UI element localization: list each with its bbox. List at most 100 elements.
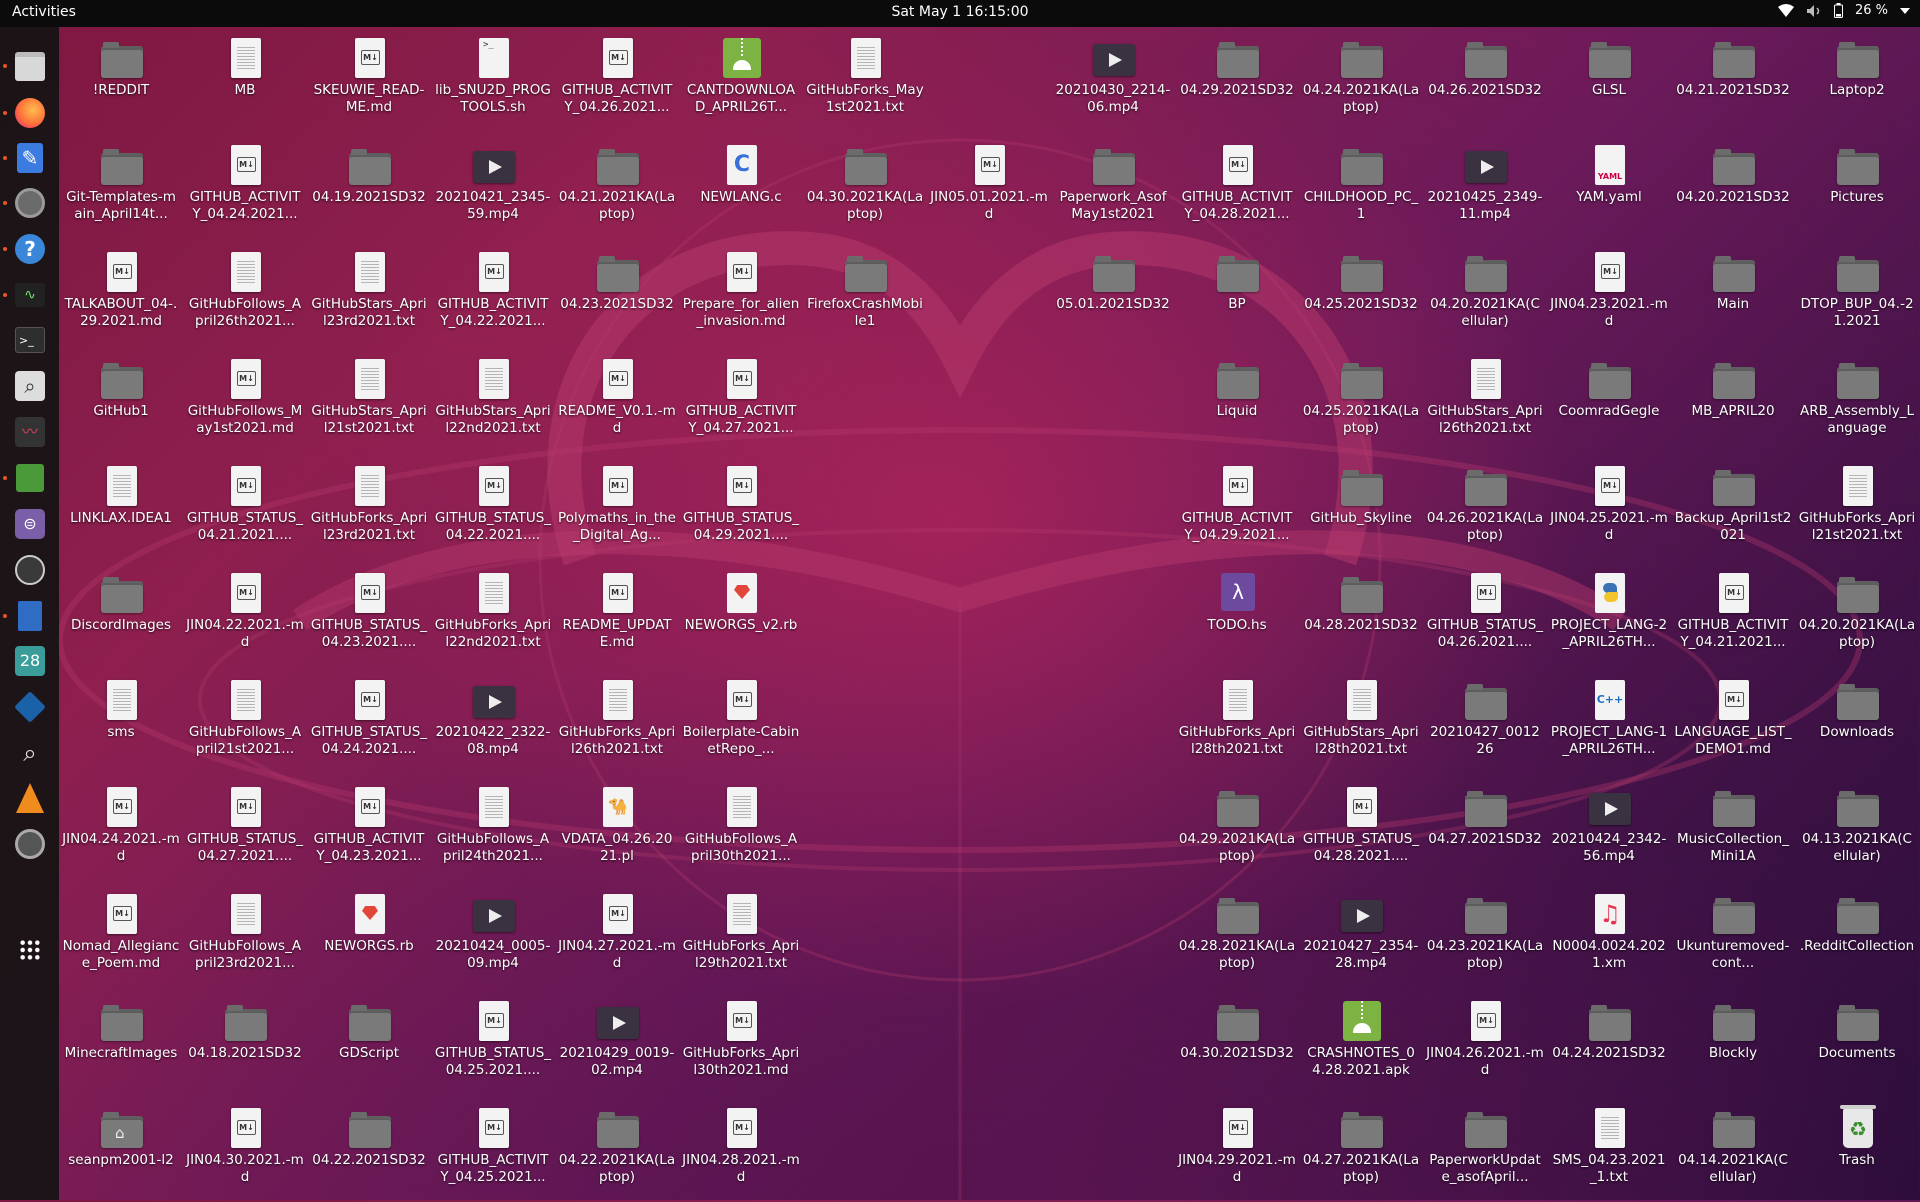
desktop-icon[interactable]: M↓ JIN04.30.2021.-md <box>186 1098 304 1202</box>
desktop-icon[interactable]: CHILDHOOD_PC_1 <box>1302 135 1420 239</box>
desktop-icon[interactable]: Paperwork_AsofMay1st2021 <box>1054 135 1172 239</box>
desktop-icon[interactable]: λ TODO.hs <box>1178 563 1296 667</box>
desktop-icon[interactable]: 04.26.2021KA(Laptop) <box>1426 456 1544 560</box>
desktop-icon[interactable]: 04.23.2021KA(Laptop) <box>1426 884 1544 988</box>
desktop-icon[interactable]: M↓ GITHUB_ACTIVITY_04.22.2021... <box>434 242 552 346</box>
desktop-icon[interactable]: PaperworkUpdate_asofApril... <box>1426 1098 1544 1202</box>
desktop-icon[interactable]: YAML YAM.yaml <box>1550 135 1668 239</box>
desktop-icon[interactable]: 04.25.2021SD32 <box>1302 242 1420 346</box>
desktop-icon[interactable]: 04.18.2021SD32 <box>186 991 304 1095</box>
desktop-icon[interactable]: Main <box>1674 242 1792 346</box>
desktop-icon[interactable]: M↓ GITHUB_STATUS_04.24.2021.... <box>310 670 428 774</box>
desktop-icon[interactable]: M↓ GITHUB_STATUS_04.25.2021.... <box>434 991 552 1095</box>
desktop-icon[interactable]: M↓ GITHUB_ACTIVITY_04.21.2021... <box>1674 563 1792 667</box>
desktop-icon[interactable]: 04.30.2021SD32 <box>1178 991 1296 1095</box>
desktop-icon[interactable]: M↓ GITHUB_ACTIVITY_04.27.2021... <box>682 349 800 453</box>
desktop-icon[interactable]: GitHubStars_April23rd2021.txt <box>310 242 428 346</box>
desktop-icon[interactable]: GitHubFollows_April21st2021... <box>186 670 304 774</box>
text-editor-launcher[interactable]: ✎ <box>10 138 50 178</box>
desktop-icon[interactable]: NEWORGS.rb <box>310 884 428 988</box>
desktop-icon[interactable]: M↓ GITHUB_STATUS_04.29.2021.... <box>682 456 800 560</box>
desktop-icon[interactable]: Ukunturemoved-cont... <box>1674 884 1792 988</box>
desktop-icon[interactable]: MusicCollection_Mini1A <box>1674 777 1792 881</box>
desktop-icon[interactable]: BP <box>1178 242 1296 346</box>
desktop-icon[interactable]: 20210430_2214-06.mp4 <box>1054 28 1172 132</box>
extensions-launcher[interactable] <box>10 458 50 498</box>
desktop-icon[interactable]: GDScript <box>310 991 428 1095</box>
desktop-icon[interactable]: Git-Templates-main_April14t... <box>62 135 180 239</box>
desktop-icon[interactable]: LINKLAX.IDEA1 <box>62 456 180 560</box>
desktop-icon[interactable]: 04.14.2021KA(Cellular) <box>1674 1098 1792 1202</box>
desktop-icon[interactable]: 04.22.2021KA(Laptop) <box>558 1098 676 1202</box>
firefox-launcher[interactable] <box>10 93 50 133</box>
desktop-icon[interactable]: NEWORGS_v2.rb <box>682 563 800 667</box>
desktop-icon[interactable]: 04.24.2021SD32 <box>1550 991 1668 1095</box>
desktop-icon[interactable]: 04.19.2021SD32 <box>310 135 428 239</box>
desktop-icon[interactable]: M↓ Prepare_for_alien_invasion.md <box>682 242 800 346</box>
desktop-icon[interactable]: GitHubForks_April28th2021.txt <box>1178 670 1296 774</box>
desktop-icon[interactable]: 04.27.2021KA(Laptop) <box>1302 1098 1420 1202</box>
desktop-icon[interactable]: M↓ GITHUB_ACTIVITY_04.24.2021... <box>186 135 304 239</box>
desktop-icon[interactable]: 04.21.2021SD32 <box>1674 28 1792 132</box>
desktop-icon[interactable]: 05.01.2021SD32 <box>1054 242 1172 346</box>
virtualbox-launcher[interactable] <box>10 687 50 727</box>
desktop-icon[interactable]: M↓ GitHubFollows_May1st2021.md <box>186 349 304 453</box>
help-launcher[interactable]: ? <box>10 229 50 269</box>
desktop-icon[interactable]: FirefoxCrashMobile1 <box>806 242 924 346</box>
desktop-icon[interactable]: DiscordImages <box>62 563 180 667</box>
desktop-icon[interactable]: seanpm2001-l2 <box>62 1098 180 1202</box>
desktop-icon[interactable]: M↓ JIN04.28.2021.-md <box>682 1098 800 1202</box>
desktop-icon[interactable]: 04.28.2021KA(Laptop) <box>1178 884 1296 988</box>
desktop-icon[interactable]: SMS_04.23.2021_1.txt <box>1550 1098 1668 1202</box>
desktop-icon[interactable]: M↓ Polymaths_in_the_Digital_Ag... <box>558 456 676 560</box>
clock-launcher[interactable] <box>10 550 50 590</box>
desktop-icon[interactable]: 20210429_0019-02.mp4 <box>558 991 676 1095</box>
desktop-icon[interactable]: ♫ N0004.0024.2021.xm <box>1550 884 1668 988</box>
desktop-icon[interactable]: M↓ GITHUB_ACTIVITY_04.28.2021... <box>1178 135 1296 239</box>
desktop-icon[interactable]: M↓ GITHUB_ACTIVITY_04.26.2021... <box>558 28 676 132</box>
magnifier-launcher[interactable]: ⌕ <box>10 733 50 773</box>
desktop-icon[interactable]: Downloads <box>1798 670 1916 774</box>
desktop-icon[interactable]: MinecraftImages <box>62 991 180 1095</box>
desktop-icon[interactable]: M↓ GITHUB_STATUS_04.23.2021.... <box>310 563 428 667</box>
desktop-icon[interactable]: 04.24.2021KA(Laptop) <box>1302 28 1420 132</box>
desktop-icon[interactable]: M↓ GITHUB_STATUS_04.26.2021.... <box>1426 563 1544 667</box>
desktop-icon[interactable]: .RedditCollection <box>1798 884 1916 988</box>
desktop-icon[interactable]: MB_APRIL20 <box>1674 349 1792 453</box>
desktop-icon[interactable]: M↓ GITHUB_ACTIVITY_04.23.2021... <box>310 777 428 881</box>
system-monitor-launcher[interactable]: ∿ <box>10 275 50 315</box>
desktop-icon[interactable]: M↓ JIN04.29.2021.-md <box>1178 1098 1296 1202</box>
desktop-icon[interactable]: GitHubForks_April21st2021.txt <box>1798 456 1916 560</box>
desktop-icon[interactable]: Blockly <box>1674 991 1792 1095</box>
desktop-icon[interactable]: GitHubFollows_April30th2021... <box>682 777 800 881</box>
desktop-icon[interactable]: M↓ LANGUAGE_LIST_DEMO1.md <box>1674 670 1792 774</box>
desktop-icon[interactable]: 04.29.2021KA(Laptop) <box>1178 777 1296 881</box>
desktop-icon[interactable]: M↓ JIN04.27.2021.-md <box>558 884 676 988</box>
desktop-icon[interactable]: GitHubStars_April22nd2021.txt <box>434 349 552 453</box>
desktop-icon[interactable]: Pictures <box>1798 135 1916 239</box>
desktop-icon[interactable]: 20210424_2342-56.mp4 <box>1550 777 1668 881</box>
desktop-icon[interactable]: 04.30.2021KA(Laptop) <box>806 135 924 239</box>
desktop-icon[interactable]: GitHubStars_April28th2021.txt <box>1302 670 1420 774</box>
desktop-icon[interactable]: CoomradGegle <box>1550 349 1668 453</box>
desktop-icon[interactable]: Backup_April1st2021 <box>1674 456 1792 560</box>
desktop-icon[interactable]: 20210427_2354-28.mp4 <box>1302 884 1420 988</box>
desktop-icon[interactable]: 04.20.2021KA(Laptop) <box>1798 563 1916 667</box>
desktop-icon[interactable]: M↓ Nomad_Allegiance_Poem.md <box>62 884 180 988</box>
desktop-icon[interactable]: GitHubStars_April26th2021.txt <box>1426 349 1544 453</box>
desktop-icon[interactable]: C++ PROJECT_LANG-1_APRIL26TH... <box>1550 670 1668 774</box>
desktop-icon[interactable]: 20210424_0005-09.mp4 <box>434 884 552 988</box>
desktop-icon[interactable]: 20210427_001226 <box>1426 670 1544 774</box>
desktop-icon[interactable]: M↓ GITHUB_STATUS_04.27.2021.... <box>186 777 304 881</box>
desktop-icon[interactable]: GitHubForks_April22nd2021.txt <box>434 563 552 667</box>
sound-recorder-launcher[interactable]: 〰 <box>10 412 50 452</box>
desktop-icon[interactable]: !REDDIT <box>62 28 180 132</box>
search-launcher[interactable]: ⌕ <box>10 366 50 406</box>
desktop-icon[interactable]: GitHub_Skyline <box>1302 456 1420 560</box>
desktop-icon[interactable]: Laptop2 <box>1798 28 1916 132</box>
desktop-icon[interactable]: ♻ Trash <box>1798 1098 1916 1202</box>
desktop-icon[interactable]: M↓ JIN04.26.2021.-md <box>1426 991 1544 1095</box>
desktop-icon[interactable]: M↓ GITHUB_ACTIVITY_04.25.2021... <box>434 1098 552 1202</box>
desktop-icon[interactable]: 04.26.2021SD32 <box>1426 28 1544 132</box>
desktop-icon[interactable]: M↓ TALKABOUT_04-.29.2021.md <box>62 242 180 346</box>
